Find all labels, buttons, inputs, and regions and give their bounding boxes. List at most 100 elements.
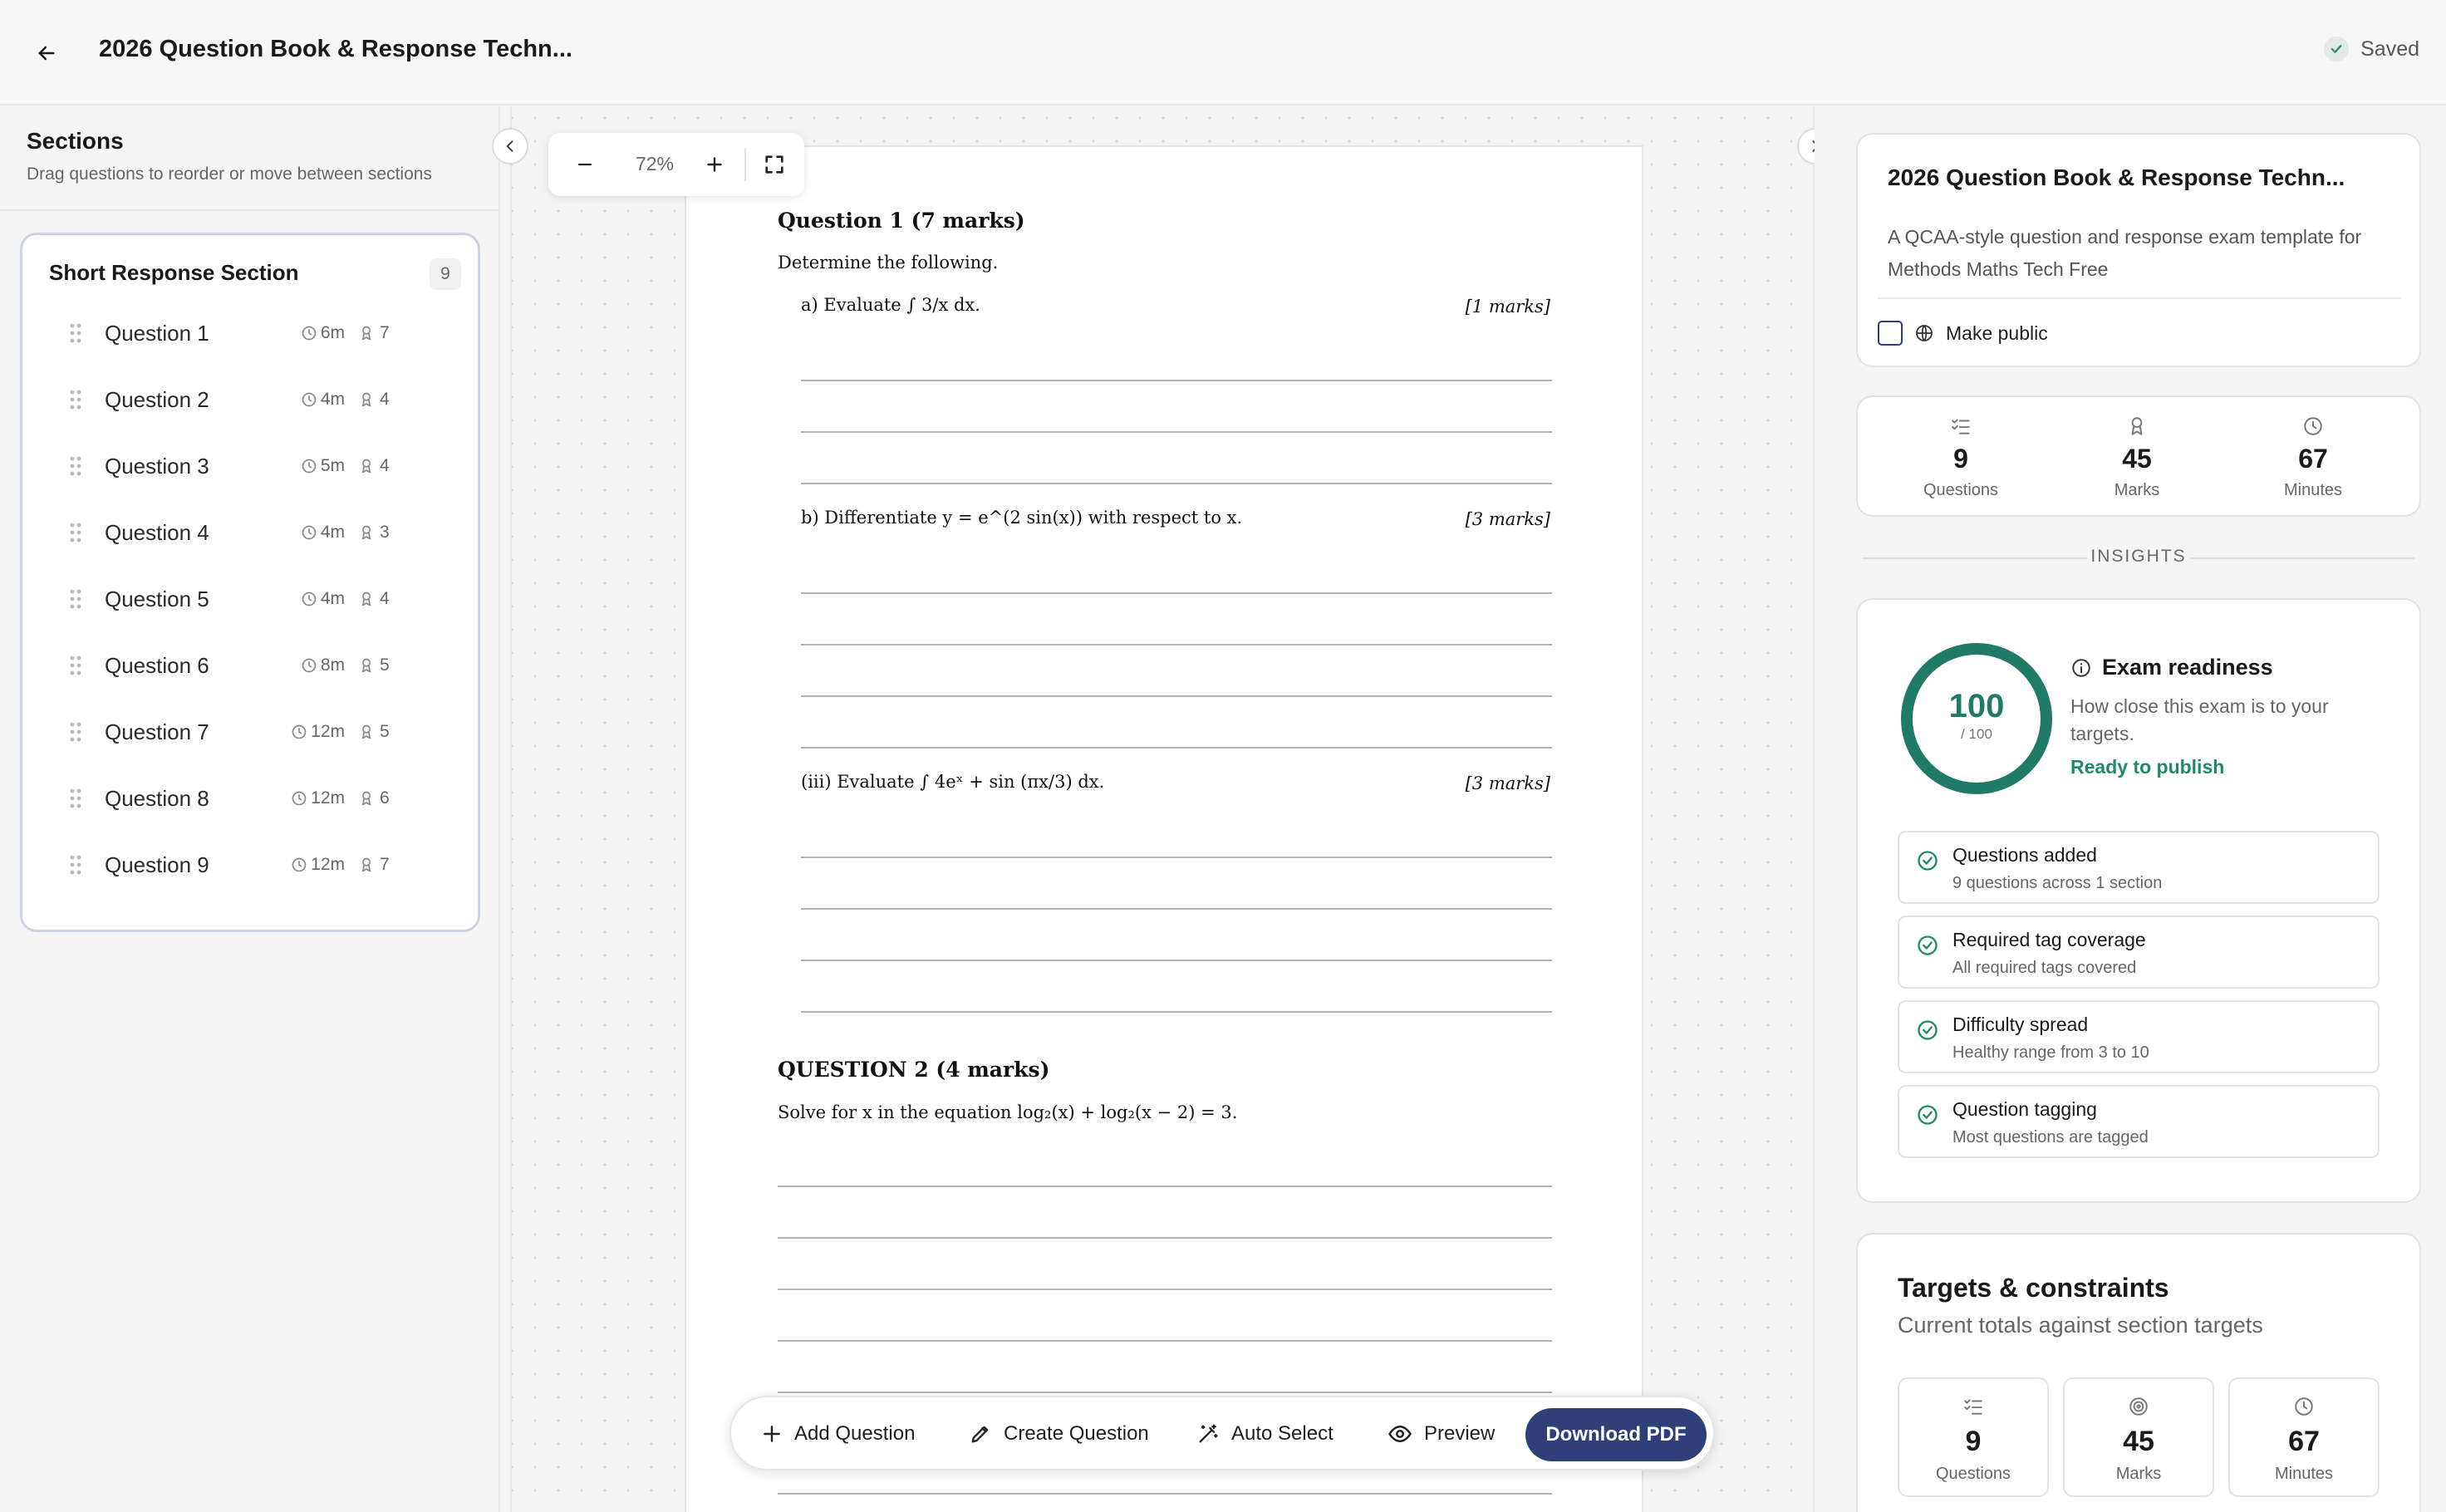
readiness-title: Exam readiness: [2102, 655, 2273, 680]
drag-handle-icon[interactable]: [69, 455, 82, 477]
check-icon: [2324, 37, 2350, 61]
exam-description: A QCAA-style question and response exam …: [1888, 226, 2362, 280]
clock-icon: [302, 592, 317, 606]
q2-heading: QUESTION 2 (4 marks): [778, 1058, 1050, 1082]
collapse-left-button[interactable]: [492, 128, 528, 164]
clock-icon: [302, 525, 317, 540]
sections-subtitle: Drag questions to reorder or move betwee…: [27, 164, 432, 184]
section-card[interactable]: Short Response Section 9 Question 1 6m 7 Qu…: [20, 233, 480, 932]
question-label: Question 8: [105, 785, 209, 811]
question-item[interactable]: Question 7 12m 5: [22, 707, 478, 757]
question-item[interactable]: Question 2 4m 4: [22, 375, 478, 425]
auto-select-button[interactable]: Auto Select: [1196, 1416, 1334, 1452]
award-icon: [2131, 417, 2143, 435]
question-marks: 7: [358, 323, 390, 343]
exam-info-card: 2026 Question Book & Response Techn... A…: [1856, 133, 2421, 367]
question-item[interactable]: Question 5 4m 4: [22, 574, 478, 624]
stat-minutes: 67 Minutes: [2230, 415, 2396, 500]
drag-handle-icon[interactable]: [69, 721, 82, 743]
drag-handle-icon[interactable]: [69, 389, 82, 410]
plus-icon: [707, 157, 722, 172]
question-item[interactable]: Question 3 5m 4: [22, 441, 478, 491]
create-question-button[interactable]: Create Question: [969, 1416, 1149, 1452]
divider: [1878, 297, 2401, 299]
target-value: 9: [1965, 1426, 1982, 1457]
clock-icon: [2295, 1397, 2313, 1416]
clock-icon: [292, 791, 307, 806]
readiness-check-item: Questions added 9 questions across 1 sect…: [1898, 831, 2380, 904]
drag-handle-icon[interactable]: [69, 522, 82, 543]
checklist-icon: [1952, 419, 1970, 434]
question-item[interactable]: Question 8 12m 6: [22, 773, 478, 823]
fullscreen-button[interactable]: [758, 148, 791, 181]
make-public-label: Make public: [1946, 322, 2048, 344]
make-public-checkbox[interactable]: [1878, 321, 1903, 346]
check-circle-icon: [1918, 935, 1938, 955]
divider: [510, 106, 512, 1512]
q1-intro: Determine the following.: [778, 253, 999, 272]
answer-line: [778, 1340, 1552, 1342]
question-marks-value: 7: [380, 855, 390, 874]
award-icon: [362, 724, 371, 739]
target-icon: [2129, 1397, 2148, 1416]
check-title: Question tagging: [1952, 1098, 2097, 1120]
question-marks-value: 4: [380, 390, 390, 409]
zoom-in-button[interactable]: [698, 148, 731, 181]
question-time: 12m: [291, 722, 345, 742]
readiness-check-item: Question tagging Most questions are tagge…: [1898, 1085, 2380, 1158]
divider: [0, 209, 500, 211]
back-arrow-icon[interactable]: [30, 37, 63, 70]
exam-paper-page: Question 1 (7 marks) Determine the follo…: [685, 145, 1643, 1512]
readiness-status: Ready to publish: [2070, 756, 2225, 778]
check-circle-icon: [1918, 851, 1938, 871]
question-item[interactable]: Question 1 6m 7: [22, 308, 478, 358]
readiness-score-max: / 100: [1961, 726, 1992, 742]
award-icon: [362, 326, 371, 341]
drag-handle-icon[interactable]: [69, 854, 82, 876]
answer-line: [801, 747, 1552, 749]
targets-title: Targets & constraints: [1898, 1273, 2169, 1303]
check-subtitle: 9 questions across 1 section: [1952, 874, 2163, 892]
add-question-button[interactable]: Add Question: [761, 1416, 915, 1452]
plus-icon: [764, 1426, 780, 1442]
question-label: Question 2: [105, 386, 209, 412]
page-title: 2026 Question Book & Response Techn...: [99, 36, 572, 62]
question-marks-value: 5: [380, 722, 390, 741]
drag-handle-icon[interactable]: [69, 655, 82, 676]
question-item[interactable]: Question 9 12m 7: [22, 840, 478, 890]
sections-panel: Sections Drag questions to reorder or mo…: [0, 106, 500, 1512]
checklist-icon: [1964, 1399, 1982, 1415]
check-subtitle: Healthy range from 3 to 10: [1952, 1043, 2149, 1062]
drag-handle-icon[interactable]: [69, 588, 82, 610]
zoom-out-button[interactable]: [568, 148, 602, 181]
q2-text: Solve for x in the equation log₂(x) + lo…: [778, 1102, 1238, 1122]
part-b-marks: [3 marks]: [1465, 509, 1550, 529]
question-marks: 4: [358, 456, 390, 476]
divider: [744, 148, 746, 181]
readiness-description: How close this exam is to your targets.: [2070, 695, 2329, 744]
target-questions: 9 Questions: [1898, 1377, 2049, 1497]
question-time-value: 12m: [311, 722, 345, 741]
make-public-toggle[interactable]: Make public: [1878, 321, 2048, 346]
preview-button[interactable]: Preview: [1388, 1416, 1495, 1452]
stat-label: Marks: [2114, 481, 2160, 499]
q1-heading: Question 1 (7 marks): [778, 209, 1025, 233]
question-label: Question 7: [105, 719, 209, 744]
award-icon: [362, 658, 371, 673]
check-title: Required tag coverage: [1952, 929, 2146, 950]
globe-icon: [1916, 325, 1933, 341]
magic-wand-icon: [1199, 1424, 1218, 1443]
question-marks-value: 4: [380, 456, 390, 475]
question-time-value: 8m: [320, 655, 345, 675]
answer-line: [778, 1392, 1552, 1393]
question-item[interactable]: Question 4 4m 3: [22, 508, 478, 557]
drag-handle-icon[interactable]: [69, 788, 82, 809]
target-minutes: 67 Minutes: [2228, 1377, 2380, 1497]
question-time: 6m: [301, 323, 345, 343]
pencil-icon: [971, 1426, 989, 1443]
download-pdf-button[interactable]: Download PDF: [1525, 1408, 1707, 1461]
question-item[interactable]: Question 6 8m 5: [22, 641, 478, 690]
insights-divider: INSIGHTS: [1863, 545, 2414, 570]
award-icon: [362, 459, 371, 474]
drag-handle-icon[interactable]: [69, 322, 82, 344]
